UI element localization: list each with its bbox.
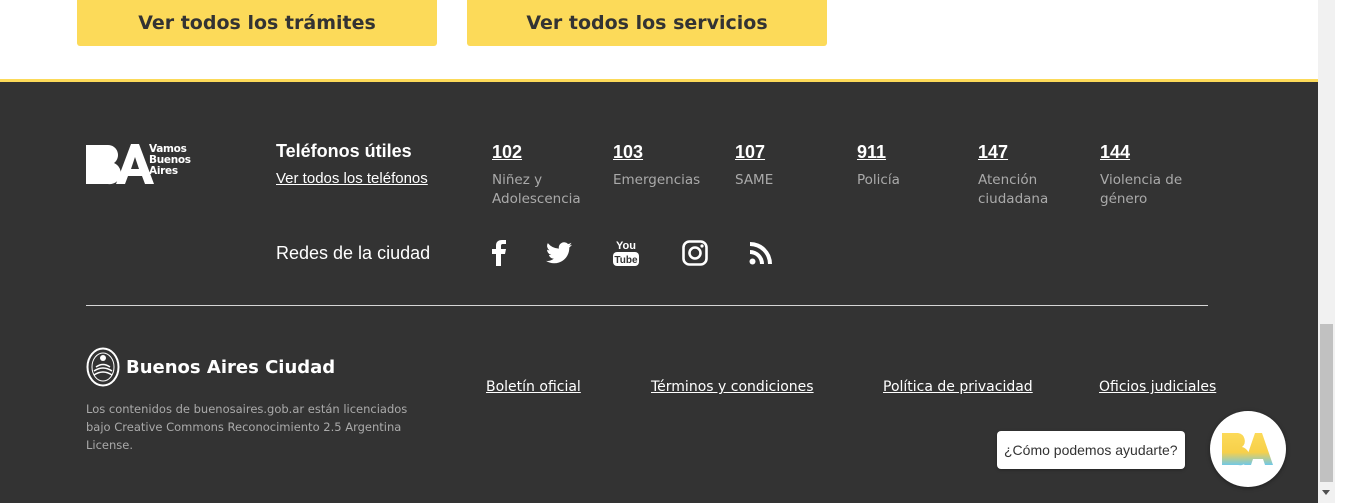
telefonos-title: Teléfonos útiles bbox=[276, 141, 412, 161]
phone-desc: SAME bbox=[735, 172, 774, 188]
phone-item: 144 Violencia de género bbox=[1100, 141, 1210, 209]
city-seal-icon bbox=[86, 347, 120, 387]
facebook-icon[interactable] bbox=[484, 238, 514, 268]
oficios-judiciales-link[interactable]: Oficios judiciales bbox=[1099, 379, 1216, 395]
phone-item: 103 Emergencias bbox=[613, 141, 723, 190]
chat-prompt-bubble[interactable]: ¿Cómo podemos ayudarte? bbox=[997, 431, 1185, 469]
phone-item: 147 Atención ciudadana bbox=[978, 141, 1088, 209]
privacidad-link[interactable]: Política de privacidad bbox=[883, 379, 1033, 395]
phone-number[interactable]: 107 bbox=[735, 141, 845, 163]
buenos-aires-ciudad-logo[interactable]: Buenos Aires Ciudad bbox=[86, 347, 335, 387]
ba-logo-tagline: Vamos Buenos Aires bbox=[149, 143, 191, 177]
chat-bot-icon bbox=[1222, 433, 1273, 466]
phone-item: 102 Niñez y Adolescencia bbox=[492, 141, 602, 209]
footer-divider bbox=[86, 305, 1208, 306]
phone-desc: Violencia de género bbox=[1100, 172, 1183, 207]
redes-title: Redes de la ciudad bbox=[276, 243, 431, 263]
terminos-link[interactable]: Términos y condiciones bbox=[651, 379, 814, 395]
phone-number[interactable]: 102 bbox=[492, 141, 602, 163]
phone-item: 107 SAME bbox=[735, 141, 845, 190]
ver-tramites-button[interactable]: Ver todos los trámites bbox=[77, 0, 437, 46]
phone-item: 911 Policía bbox=[857, 141, 967, 190]
org-name: Buenos Aires Ciudad bbox=[126, 356, 336, 378]
ba-logo[interactable]: Vamos Buenos Aires bbox=[86, 142, 206, 187]
ver-telefonos-link[interactable]: Ver todos los teléfonos bbox=[276, 170, 428, 187]
svg-text:Tube: Tube bbox=[614, 255, 638, 266]
phone-number[interactable]: 911 bbox=[857, 141, 967, 163]
ver-servicios-button[interactable]: Ver todos los servicios bbox=[467, 0, 827, 46]
rss-icon[interactable] bbox=[746, 238, 776, 268]
phone-number[interactable]: 147 bbox=[978, 141, 1088, 163]
page-margin bbox=[1335, 0, 1360, 503]
twitter-icon[interactable] bbox=[544, 238, 574, 268]
phone-desc: Policía bbox=[857, 172, 900, 188]
svg-text:You: You bbox=[616, 240, 636, 252]
chat-bot-button[interactable] bbox=[1210, 411, 1286, 487]
phone-desc: Emergencias bbox=[613, 172, 701, 188]
phone-number[interactable]: 144 bbox=[1100, 141, 1210, 163]
page-scrollbar[interactable] bbox=[1318, 0, 1335, 503]
scroll-down-icon[interactable] bbox=[1322, 490, 1330, 495]
boletin-oficial-link[interactable]: Boletín oficial bbox=[486, 379, 581, 395]
youtube-icon[interactable]: You Tube bbox=[611, 238, 641, 268]
instagram-icon[interactable] bbox=[680, 238, 710, 268]
phone-desc: Atención ciudadana bbox=[978, 172, 1049, 207]
license-text: Los contenidos de buenosaires.gob.ar est… bbox=[86, 402, 408, 452]
scrollbar-thumb[interactable] bbox=[1320, 324, 1333, 482]
phone-desc: Niñez y Adolescencia bbox=[492, 172, 581, 207]
phone-number[interactable]: 103 bbox=[613, 141, 723, 163]
top-area: Ver todos los trámites Ver todos los ser… bbox=[0, 0, 1318, 79]
